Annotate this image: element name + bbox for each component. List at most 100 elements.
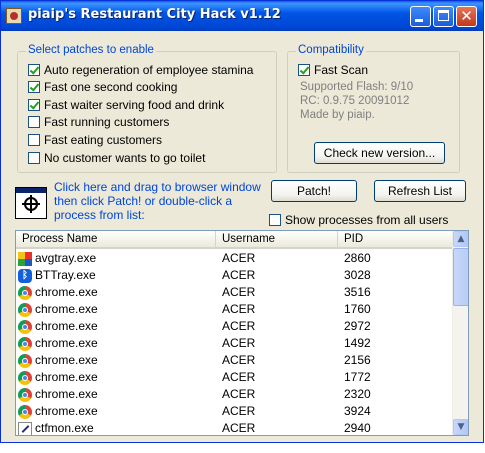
process-name-cell: ctfmon.exe — [18, 420, 94, 435]
checkbox-box[interactable] — [28, 81, 40, 94]
rc-version-text: RC: 0.9.75 20091012 — [300, 95, 410, 107]
drag-instruction-text[interactable]: Click here and drag to browser window th… — [54, 180, 264, 222]
column-header-process-name[interactable]: Process Name — [16, 231, 216, 247]
pid-cell: 1760 — [344, 302, 371, 316]
checkbox-box[interactable] — [28, 116, 40, 129]
table-row[interactable]: avgtray.exe ACER 2860 — [16, 250, 452, 267]
scroll-up-arrow-icon[interactable]: ▲ — [453, 231, 468, 247]
maximize-icon — [438, 10, 449, 21]
process-name: ctfmon.exe — [35, 421, 94, 435]
process-name: chrome.exe — [35, 404, 98, 418]
patch-checkbox[interactable]: Fast running customers — [28, 114, 169, 131]
table-row[interactable]: chrome.exe ACER 2156 — [16, 352, 452, 369]
process-rows: avgtray.exe ACER 2860 ᛒ BTTray.exe ACER 3028 ch… — [16, 250, 452, 435]
refresh-list-button[interactable]: Refresh List — [374, 180, 466, 202]
fast-scan-label: Fast Scan — [314, 62, 369, 77]
patch-label: Fast waiter serving food and drink — [44, 97, 225, 112]
close-button[interactable]: ✕ — [456, 6, 477, 27]
supported-flash-text: Supported Flash: 9/10 — [300, 81, 414, 93]
title-bar[interactable]: piaip's Restaurant City Hack v1.12 ✕ — [1, 1, 483, 31]
patch-checkbox[interactable]: Fast eating customers — [28, 131, 162, 148]
chrome-icon — [18, 353, 32, 368]
chrome-icon — [18, 302, 32, 317]
maximize-button[interactable] — [433, 6, 454, 27]
table-row[interactable]: ctfmon.exe ACER 2940 — [16, 420, 452, 435]
table-row[interactable]: chrome.exe ACER 1772 — [16, 369, 452, 386]
column-header-pid[interactable]: PID — [338, 231, 452, 247]
fast-scan-checkbox[interactable]: Fast Scan — [298, 61, 368, 78]
patch-label: Fast eating customers — [44, 132, 163, 147]
scroll-down-arrow-icon[interactable]: ▼ — [453, 419, 468, 435]
app-window: piaip's Restaurant City Hack v1.12 ✕ Sel… — [0, 0, 484, 443]
target-titlebar — [16, 188, 46, 193]
pid-cell: 3516 — [344, 285, 371, 299]
patch-checkbox[interactable]: Fast one second cooking — [28, 79, 177, 96]
username-cell: ACER — [222, 370, 256, 384]
patch-checkbox[interactable]: Fast waiter serving food and drink — [28, 96, 224, 113]
patch-label: No customer wants to go toilet — [44, 150, 206, 165]
process-name-cell: chrome.exe — [18, 352, 98, 369]
checkbox-box[interactable] — [28, 151, 40, 164]
pid-cell: 3028 — [344, 268, 371, 282]
patch-checkbox[interactable]: No customer wants to go toilet — [28, 149, 205, 166]
username-cell: ACER — [222, 251, 256, 265]
pid-cell: 2320 — [344, 387, 371, 401]
process-name-cell: ᛒ BTTray.exe — [18, 267, 96, 284]
check-new-version-button[interactable]: Check new version... — [314, 142, 445, 164]
window-title: piaip's Restaurant City Hack v1.12 — [28, 7, 281, 22]
crosshair-icon — [22, 195, 40, 213]
chrome-icon — [18, 370, 32, 385]
process-name-cell: chrome.exe — [18, 318, 98, 335]
column-header-username[interactable]: Username — [216, 231, 338, 247]
pid-cell: 1492 — [344, 336, 371, 350]
vertical-scrollbar[interactable]: ▲ ▼ — [452, 231, 468, 435]
avg-icon — [18, 251, 32, 266]
process-name: chrome.exe — [35, 353, 98, 367]
process-name: chrome.exe — [35, 370, 98, 384]
pid-cell: 2860 — [344, 251, 371, 265]
chrome-icon — [18, 319, 32, 334]
table-row[interactable]: ᛒ BTTray.exe ACER 3028 — [16, 267, 452, 284]
checkbox-box[interactable] — [28, 63, 40, 76]
process-list[interactable]: Process Name Username PID avgtray.exe ACE… — [15, 230, 469, 436]
table-row[interactable]: chrome.exe ACER 2972 — [16, 318, 452, 335]
checkbox-box[interactable] — [28, 133, 40, 146]
fast-scan-box[interactable] — [298, 63, 310, 76]
process-name: chrome.exe — [35, 302, 98, 316]
patch-checkbox[interactable]: Auto regeneration of employee stamina — [28, 61, 253, 78]
pid-cell: 3924 — [344, 404, 371, 418]
username-cell: ACER — [222, 387, 256, 401]
crosshair-target-icon[interactable] — [15, 187, 47, 219]
process-name: chrome.exe — [35, 319, 98, 333]
username-cell: ACER — [222, 404, 256, 418]
patch-label: Fast one second cooking — [44, 80, 178, 95]
process-name-cell: avgtray.exe — [18, 250, 96, 267]
process-name: avgtray.exe — [35, 251, 97, 265]
process-name: chrome.exe — [35, 285, 98, 299]
process-name-cell: chrome.exe — [18, 369, 98, 386]
table-row[interactable]: chrome.exe ACER 2320 — [16, 386, 452, 403]
close-icon: ✕ — [460, 7, 473, 25]
scroll-thumb[interactable] — [453, 248, 468, 306]
patch-label: Auto regeneration of employee stamina — [44, 62, 254, 77]
table-row[interactable]: chrome.exe ACER 3924 — [16, 403, 452, 420]
show-all-processes-checkbox[interactable]: Show processes from all users — [269, 211, 448, 228]
username-cell: ACER — [222, 421, 256, 435]
pid-cell: 2940 — [344, 421, 371, 435]
process-name-cell: chrome.exe — [18, 301, 98, 318]
process-name-cell: chrome.exe — [18, 335, 98, 352]
minimize-button[interactable] — [410, 6, 431, 27]
process-name-cell: chrome.exe — [18, 284, 98, 301]
table-row[interactable]: chrome.exe ACER 1760 — [16, 301, 452, 318]
app-icon[interactable] — [6, 8, 22, 24]
pid-cell: 1772 — [344, 370, 371, 384]
process-name: chrome.exe — [35, 336, 98, 350]
table-row[interactable]: chrome.exe ACER 3516 — [16, 284, 452, 301]
bluetooth-icon: ᛒ — [18, 268, 32, 283]
username-cell: ACER — [222, 353, 256, 367]
patch-button[interactable]: Patch! — [271, 180, 357, 202]
checkbox-box[interactable] — [28, 98, 40, 111]
show-all-box[interactable] — [269, 213, 281, 226]
process-name: chrome.exe — [35, 387, 98, 401]
table-row[interactable]: chrome.exe ACER 1492 — [16, 335, 452, 352]
